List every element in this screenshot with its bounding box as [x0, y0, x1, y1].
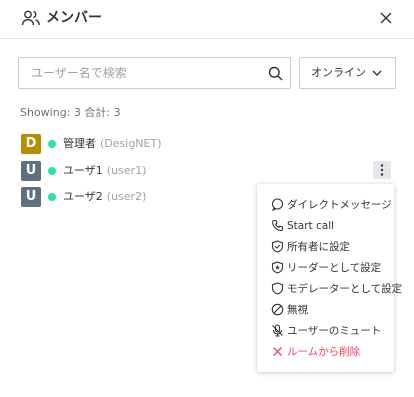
member-row[interactable]: D 管理者 (DesigNET): [21, 134, 381, 154]
menu-item-mute-user[interactable]: ユーザーのミュート: [257, 321, 394, 341]
avatar: U: [21, 161, 41, 181]
menu-item-remove-from-room[interactable]: ルームから削除: [257, 342, 394, 362]
ban-icon: [271, 303, 284, 316]
panel-title: メンバー: [46, 10, 102, 26]
member-row[interactable]: U ユーザ1 (user1): [21, 161, 381, 181]
status-filter-select[interactable]: オンライン: [299, 57, 396, 89]
close-icon[interactable]: [378, 10, 394, 26]
menu-item-direct-message[interactable]: ダイレクトメッセージ: [257, 195, 394, 215]
panel-header: メンバー: [0, 0, 414, 39]
online-status-dot: [48, 140, 56, 148]
online-status-dot: [48, 167, 56, 175]
shield-check-icon: [271, 240, 284, 253]
member-actions-button[interactable]: [373, 161, 391, 179]
menu-item-start-call[interactable]: Start call: [257, 216, 394, 236]
member-actions-menu: ダイレクトメッセージ Start call 所有者に設定 リーダーとして設定 モ…: [257, 184, 402, 372]
close-icon: [273, 347, 282, 356]
kebab-menu-icon: [380, 164, 384, 176]
shield-icon: [271, 282, 284, 295]
avatar: U: [21, 187, 41, 207]
menu-item-set-moderator[interactable]: モデレーターとして設定: [257, 279, 402, 299]
members-icon: [21, 10, 40, 26]
member-username: (user2): [106, 190, 147, 203]
menu-item-ignore[interactable]: 無視: [257, 300, 394, 320]
search-icon[interactable]: [268, 66, 283, 81]
chat-bubble-icon: [271, 198, 284, 211]
chevron-down-icon: [372, 70, 382, 76]
search-field: [18, 57, 291, 89]
mic-off-icon: [272, 324, 283, 337]
member-name: ユーザ2 (user2): [63, 190, 147, 203]
menu-item-set-owner[interactable]: 所有者に設定: [257, 237, 394, 257]
online-status-dot: [48, 193, 56, 201]
status-filter-value: オンライン: [311, 66, 366, 79]
menu-item-set-leader[interactable]: リーダーとして設定: [257, 258, 394, 278]
member-username: (DesigNET): [100, 137, 162, 150]
avatar: D: [21, 134, 41, 154]
member-name: 管理者 (DesigNET): [63, 137, 162, 150]
member-count-summary: Showing: 3 合計: 3: [20, 106, 121, 119]
search-input[interactable]: [19, 58, 259, 88]
member-username: (user1): [106, 164, 147, 177]
member-name: ユーザ1 (user1): [63, 164, 147, 177]
shield-star-icon: [271, 261, 284, 274]
phone-icon: [272, 219, 284, 232]
